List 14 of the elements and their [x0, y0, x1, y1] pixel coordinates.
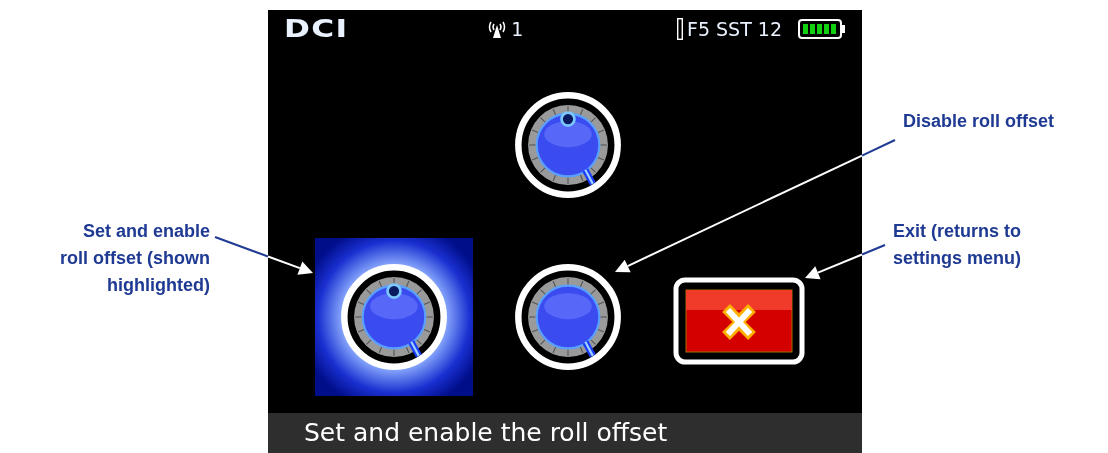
knob-icon[interactable] [514, 91, 622, 199]
callout-label: Exit (returns to settings menu) [893, 220, 1021, 270]
status-message: Set and enable the roll offset [268, 413, 862, 453]
channel-number: 1 [511, 16, 524, 42]
battery-icon [798, 19, 846, 39]
indicator-icon [677, 18, 683, 40]
callout-label: Set and enable roll offset (shown highlighted) [59, 220, 210, 297]
exit-button[interactable] [673, 277, 805, 365]
status-readout: F5 SST 12 [687, 16, 782, 42]
knob-icon[interactable] [514, 263, 622, 371]
logo: DCI [284, 17, 349, 41]
knob-icon[interactable] [340, 263, 448, 371]
callout-label: Disable roll offset [903, 110, 1055, 133]
antenna-icon [487, 19, 508, 39]
